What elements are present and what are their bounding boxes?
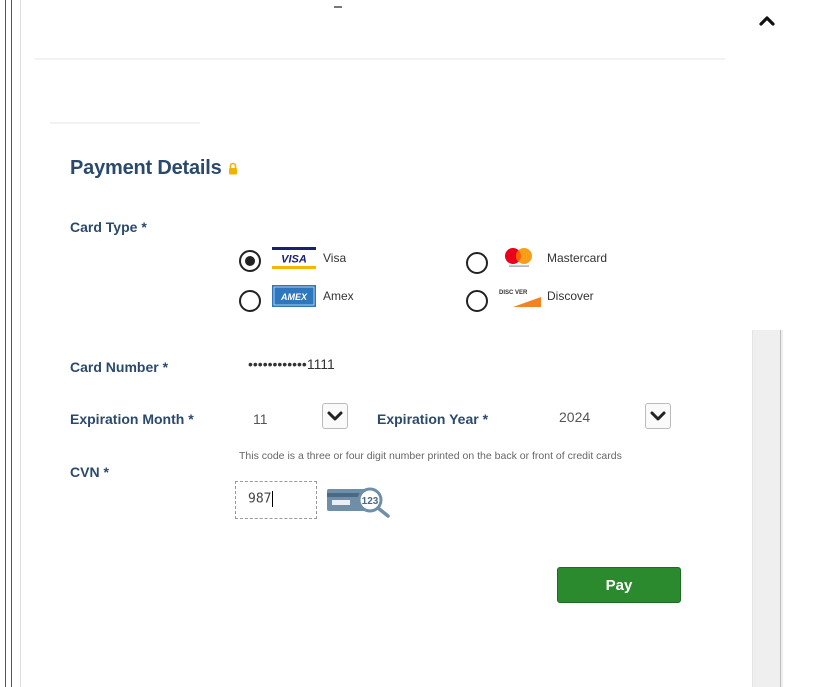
chevron-down-icon: [650, 411, 666, 421]
radio-discover[interactable]: [466, 290, 488, 312]
card-name-visa: Visa: [323, 251, 347, 265]
payment-details-heading: Payment Details: [70, 157, 238, 180]
card-name-amex: Amex: [323, 289, 354, 303]
expiration-month-label: Expiration Month *: [70, 411, 194, 427]
cvn-value: 987: [248, 491, 272, 507]
lock-icon: [228, 162, 237, 175]
amex-logo-text: AMEX: [280, 292, 308, 302]
cvn-icon-text: 123: [362, 496, 379, 507]
scrollbar-edge: [780, 330, 781, 687]
card-number-label: Card Number *: [70, 359, 169, 375]
card-name-discover: Discover: [547, 289, 594, 303]
left-border-line: [20, 0, 21, 687]
left-border-line: [5, 0, 6, 687]
cvn-input[interactable]: 987: [235, 481, 317, 519]
radio-selected-dot: [245, 256, 255, 266]
radio-mastercard[interactable]: [466, 252, 488, 274]
cvn-card-magnifier-icon: 123: [327, 487, 390, 518]
pay-button[interactable]: Pay: [557, 567, 681, 603]
expiration-month-value[interactable]: 11: [253, 411, 268, 427]
top-handle: [334, 6, 342, 8]
mastercard-logo-icon: [505, 248, 532, 267]
scrollbar[interactable]: [752, 330, 783, 687]
card-number-value: ••••••••••••1111: [248, 356, 335, 372]
visa-logo-text: VISA: [281, 254, 307, 266]
cvn-label: CVN *: [70, 464, 109, 480]
text-caret: [272, 491, 274, 507]
card-name-mastercard: Mastercard: [547, 251, 608, 265]
chevron-up-icon[interactable]: [758, 12, 776, 30]
card-type-label: Card Type *: [70, 219, 147, 235]
cvn-help-text: This code is a three or four digit numbe…: [239, 450, 622, 462]
amex-logo-icon: AMEX: [272, 285, 316, 307]
faint-divider: [35, 58, 725, 60]
radio-amex[interactable]: [239, 290, 261, 312]
radio-visa[interactable]: [239, 250, 261, 272]
expiration-year-dropdown-button[interactable]: [645, 403, 671, 429]
expiration-year-label: Expiration Year *: [377, 411, 489, 427]
chevron-down-icon: [327, 411, 343, 421]
discover-logo-text: DISC VER: [499, 290, 528, 296]
expiration-year-value[interactable]: 2024: [559, 409, 590, 425]
left-border-line: [11, 0, 12, 687]
faint-divider: [50, 122, 200, 124]
expiration-month-dropdown-button[interactable]: [322, 403, 348, 429]
discover-logo-icon: DISC VER: [497, 285, 541, 307]
visa-logo-icon: VISA: [272, 247, 316, 269]
